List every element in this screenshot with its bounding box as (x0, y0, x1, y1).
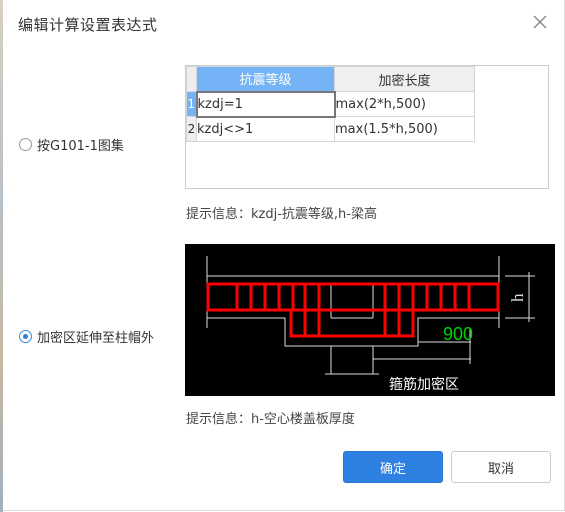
length-cell[interactable]: max(1.5*h,500) (334, 116, 475, 142)
expression-grid: 抗震等级 加密长度 1 kzdj=1 max(2*h,500) 2 kzdj<>… (185, 65, 549, 189)
close-button[interactable] (531, 13, 549, 31)
table-row: 1 kzdj=1 max(2*h,500) (186, 90, 475, 118)
grade-cell[interactable]: kzdj<>1 (196, 116, 335, 142)
grid-header-row: 抗震等级 加密长度 (186, 66, 475, 92)
grade-cell[interactable]: kzdj=1 (195, 90, 336, 118)
edit-expression-dialog: 编辑计算设置表达式 按G101-1图集 加密区延伸至柱帽外 抗震等级 加密长度 … (3, 0, 565, 511)
dimension-label: 900 (443, 324, 473, 344)
radio-label: 加密区延伸至柱帽外 (37, 331, 155, 346)
column-header-densified-length[interactable]: 加密长度 (334, 66, 475, 92)
ok-button[interactable]: 确定 (343, 451, 443, 483)
height-label: h (508, 293, 527, 302)
grid-corner (186, 66, 197, 92)
dialog-title: 编辑计算设置表达式 (18, 16, 158, 34)
close-icon (533, 15, 547, 29)
cancel-button[interactable]: 取消 (451, 451, 551, 483)
row-number[interactable]: 2 (186, 116, 197, 142)
diagram-hint: 提示信息：h-空心楼盖板厚度 (186, 412, 355, 427)
grid-hint: 提示信息：kzdj-抗震等级,h-梁高 (186, 207, 377, 222)
zone-label: 箍筋加密区 (389, 376, 459, 393)
length-cell[interactable]: max(2*h,500) (334, 91, 475, 117)
column-header-seismic-grade[interactable]: 抗震等级 (196, 66, 335, 92)
beam-diagram: 900 h 箍筋加密区 (185, 244, 555, 396)
radio-g101-atlas[interactable]: 按G101-1图集 (19, 135, 124, 154)
radio-circle[interactable] (19, 138, 32, 151)
radio-extend-beyond-column-cap[interactable]: 加密区延伸至柱帽外 (19, 327, 154, 346)
table-row: 2 kzdj<>1 max(1.5*h,500) (186, 116, 475, 142)
radio-label: 按G101-1图集 (37, 139, 124, 154)
beam-section-drawing: 900 h 箍筋加密区 (206, 256, 535, 393)
row-number[interactable]: 1 (186, 91, 197, 117)
radio-circle-selected[interactable] (19, 330, 32, 343)
